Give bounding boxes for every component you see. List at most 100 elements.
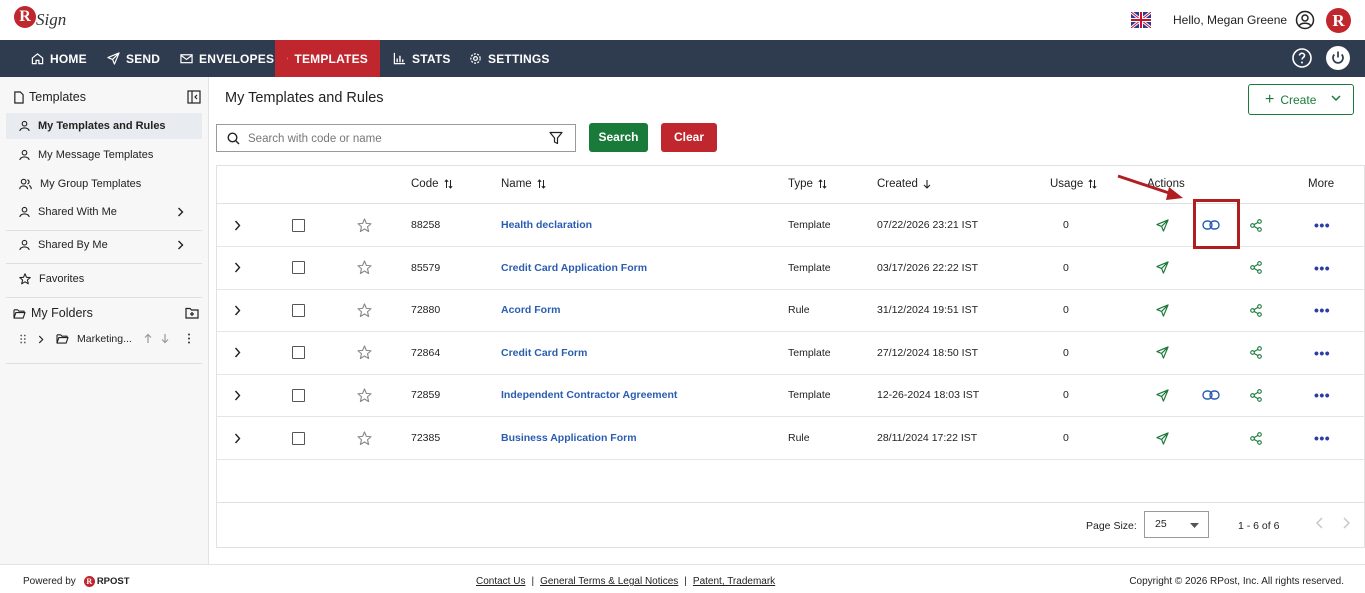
search-button[interactable]: Search (589, 123, 648, 152)
column-header-created[interactable]: Created (877, 178, 931, 190)
arrow-up-icon[interactable] (144, 333, 152, 344)
send-icon[interactable] (1156, 346, 1169, 359)
share-icon[interactable] (1250, 346, 1262, 360)
column-header-code[interactable]: Code (411, 178, 453, 190)
clear-button[interactable]: Clear (661, 123, 717, 152)
page-size-select[interactable]: 25 (1144, 511, 1209, 538)
sidebar-item-shared-with-me[interactable]: Shared With Me (6, 199, 202, 225)
expand-row-icon[interactable] (234, 433, 241, 444)
sidebar-item-my-templates[interactable]: My Templates and Rules (6, 113, 202, 139)
row-checkbox[interactable] (292, 218, 305, 232)
patent-trademark-link[interactable]: Patent, Trademark (693, 576, 775, 587)
user-greeting: Hello, Megan Greene (1173, 13, 1288, 27)
contact-us-link[interactable]: Contact Us (476, 576, 525, 587)
nav-home[interactable]: HOME (19, 40, 99, 77)
column-header-type[interactable]: Type (788, 178, 827, 190)
template-name-link[interactable]: Health declaration (501, 219, 592, 231)
nav-send[interactable]: SEND (95, 40, 172, 77)
main-nav: HOME SEND ENVELOPES TEMPLATES STATS SETT… (0, 40, 1365, 77)
kebab-menu-icon[interactable] (187, 333, 191, 344)
send-icon (107, 52, 120, 65)
drag-handle-icon[interactable] (20, 334, 26, 344)
row-checkbox[interactable] (292, 346, 305, 360)
help-icon[interactable] (1290, 46, 1314, 70)
send-icon[interactable] (1156, 261, 1169, 274)
column-header-usage[interactable]: Usage (1050, 178, 1097, 190)
nav-envelopes[interactable]: ENVELOPES (168, 40, 286, 77)
legal-notices-link[interactable]: General Terms & Legal Notices (540, 576, 678, 587)
folder-item-marketing[interactable]: Marketing... (16, 330, 196, 350)
rpost-logo[interactable]: R RPOST (83, 576, 130, 587)
filter-icon[interactable] (549, 131, 563, 145)
expand-row-icon[interactable] (234, 220, 241, 231)
more-options-icon[interactable]: ••• (1314, 387, 1330, 403)
favorite-star-icon[interactable] (357, 430, 372, 446)
template-name-link[interactable]: Independent Contractor Agreement (501, 389, 677, 401)
template-name-link[interactable]: Acord Form (501, 304, 561, 316)
sidebar-item-label: My Templates and Rules (38, 120, 166, 132)
create-button[interactable]: + Create (1248, 84, 1354, 115)
sort-descending-icon (923, 180, 931, 189)
favorite-star-icon[interactable] (357, 345, 372, 360)
arrow-down-icon[interactable] (161, 333, 169, 344)
more-options-icon[interactable]: ••• (1314, 217, 1330, 233)
more-options-icon[interactable]: ••• (1314, 302, 1330, 318)
expand-row-icon[interactable] (234, 262, 241, 273)
table-row[interactable]: 72880 Acord Form Rule 31/12/2024 19:51 I… (217, 289, 1365, 333)
share-icon[interactable] (1250, 218, 1262, 232)
send-icon[interactable] (1156, 431, 1169, 445)
column-header-name[interactable]: Name (501, 178, 546, 190)
previous-page-icon[interactable] (1315, 517, 1325, 529)
search-input[interactable] (248, 129, 538, 148)
favorite-star-icon[interactable] (357, 260, 372, 275)
sidebar-item-favorites[interactable]: Favorites (6, 266, 202, 292)
nav-templates[interactable]: TEMPLATES (275, 40, 380, 77)
uk-flag-icon[interactable] (1131, 12, 1151, 28)
table-row[interactable]: 85579 Credit Card Application Form Templ… (217, 247, 1365, 290)
table-row[interactable]: 72859 Independent Contractor Agreement T… (217, 374, 1365, 418)
nav-stats[interactable]: STATS (381, 40, 463, 77)
template-name-link[interactable]: Credit Card Form (501, 347, 587, 359)
template-name-link[interactable]: Credit Card Application Form (501, 262, 647, 274)
expand-row-icon[interactable] (234, 390, 241, 401)
next-page-icon[interactable] (1341, 517, 1351, 529)
power-icon[interactable] (1326, 46, 1350, 70)
add-folder-icon[interactable] (185, 307, 199, 319)
table-row[interactable]: 72385 Business Application Form Rule 28/… (217, 417, 1365, 460)
send-icon[interactable] (1156, 218, 1169, 232)
rsign-logo[interactable]: R Sign (14, 6, 74, 34)
user-profile-icon[interactable] (1295, 10, 1315, 30)
send-icon[interactable] (1156, 389, 1169, 402)
sidebar-item-shared-by-me[interactable]: Shared By Me (6, 232, 202, 258)
nav-settings[interactable]: SETTINGS (457, 40, 562, 77)
send-icon[interactable] (1156, 304, 1169, 317)
share-icon[interactable] (1250, 261, 1262, 274)
row-checkbox[interactable] (292, 431, 305, 445)
sidebar-item-message-templates[interactable]: My Message Templates (6, 142, 202, 168)
row-checkbox[interactable] (292, 388, 305, 402)
table-row[interactable]: 72864 Credit Card Form Template 27/12/20… (217, 332, 1365, 375)
row-checkbox[interactable] (292, 261, 305, 275)
favorite-star-icon[interactable] (357, 217, 372, 233)
row-checkbox[interactable] (292, 303, 305, 317)
share-icon[interactable] (1250, 431, 1262, 445)
favorite-star-icon[interactable] (357, 303, 372, 318)
footer: Powered by R RPOST Contact Us | General Te… (0, 564, 1365, 593)
more-options-icon[interactable]: ••• (1314, 430, 1330, 446)
expand-row-icon[interactable] (234, 347, 241, 358)
more-options-icon[interactable]: ••• (1314, 345, 1330, 361)
share-icon[interactable] (1250, 303, 1262, 317)
brand-badge[interactable]: R (1326, 8, 1351, 33)
sidebar-item-group-templates[interactable]: My Group Templates (6, 171, 202, 197)
collapse-sidebar-icon[interactable] (187, 90, 201, 104)
favorite-star-icon[interactable] (357, 388, 372, 403)
page-size-label: Page Size: (1086, 520, 1137, 532)
row-type: Template (788, 219, 831, 231)
page-title: My Templates and Rules (225, 90, 384, 106)
expand-row-icon[interactable] (234, 305, 241, 316)
share-icon[interactable] (1250, 389, 1262, 402)
template-name-link[interactable]: Business Application Form (501, 432, 637, 444)
more-options-icon[interactable]: ••• (1314, 260, 1330, 276)
chevron-right-icon[interactable] (38, 335, 44, 344)
link-icon[interactable] (1202, 390, 1220, 401)
